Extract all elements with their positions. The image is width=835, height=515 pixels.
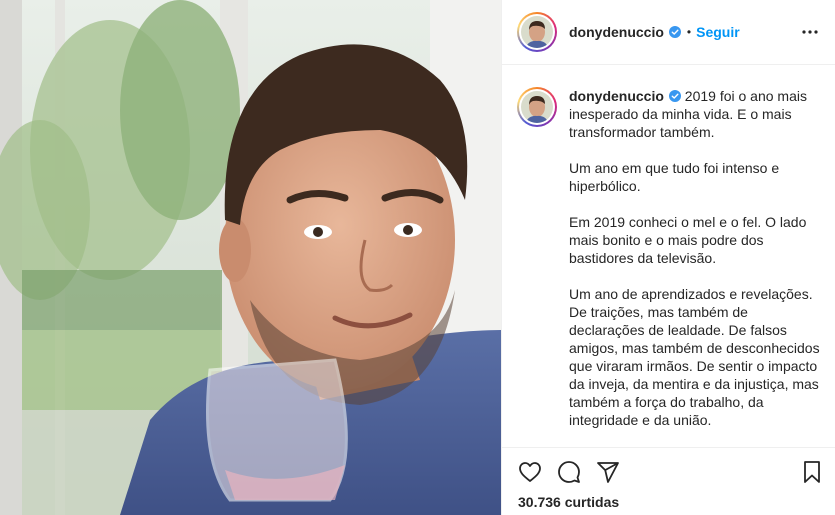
caption-avatar[interactable] xyxy=(517,87,557,127)
post-photo[interactable] xyxy=(0,0,501,515)
follow-button[interactable]: Seguir xyxy=(696,24,740,40)
avatar[interactable] xyxy=(517,12,557,52)
avatar-image xyxy=(521,16,553,48)
selfie-image xyxy=(0,0,501,515)
verified-badge-icon xyxy=(668,90,681,102)
caption-lead-paragraph: donydenuccio 2019 foi o ano mais inesper… xyxy=(569,87,820,141)
caption-paragraph: Um ano de aprendizados e revelações. De … xyxy=(569,286,820,428)
username-link[interactable]: donydenuccio xyxy=(569,24,664,40)
caption-paragraph: Um ano em que tudo foi intenso e hiperbó… xyxy=(569,160,780,194)
more-options-icon[interactable] xyxy=(800,22,820,42)
post-header: donydenuccio • Seguir xyxy=(502,0,835,65)
caption-text: donydenuccio 2019 foi o ano mais inesper… xyxy=(569,87,820,446)
caption-area: donydenuccio 2019 foi o ano mais inesper… xyxy=(502,66,835,446)
heart-icon[interactable] xyxy=(518,460,542,484)
separator-dot: • xyxy=(686,25,692,39)
actions-bar: 30.736 curtidas xyxy=(502,447,835,515)
comment-icon[interactable] xyxy=(557,460,581,484)
verified-badge-icon xyxy=(668,26,681,38)
bookmark-icon[interactable] xyxy=(800,460,824,484)
likes-count[interactable]: 30.736 curtidas xyxy=(518,494,619,510)
caption-paragraph: Em 2019 conheci o mel e o fel. O lado ma… xyxy=(569,214,807,266)
instagram-post: donydenuccio • Seguir donydenuccio 2019 … xyxy=(0,0,835,515)
caption-username-link[interactable]: donydenuccio xyxy=(569,88,664,104)
avatar-image xyxy=(521,91,553,123)
post-side-panel: donydenuccio • Seguir donydenuccio 2019 … xyxy=(501,0,835,515)
share-icon[interactable] xyxy=(596,460,620,484)
